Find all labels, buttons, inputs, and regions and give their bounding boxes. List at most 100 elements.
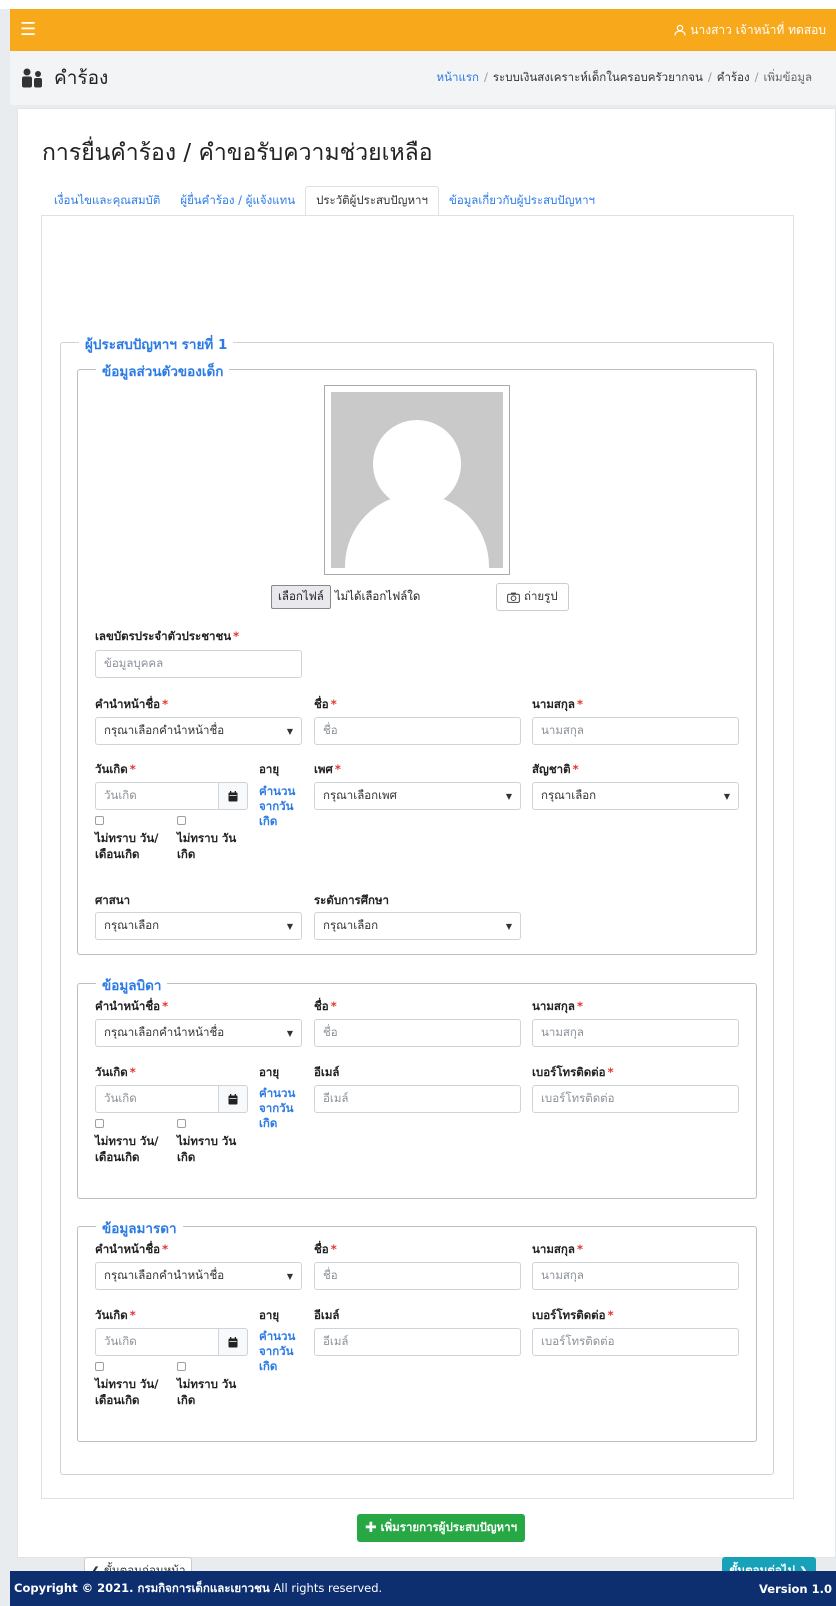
victim-legend: ผู้ประสบปัญหาฯ รายที่ 1 [79,333,234,355]
education-label: ระดับการศึกษา [314,893,390,907]
child-unknown-day-label: ไม่ทราบ วัน เกิด [177,831,237,861]
tab-conditions[interactable]: เงื่อนไขและคุณสมบัติ [44,186,170,216]
take-photo-label: ถ่ายรูป [524,589,558,603]
version-label: Version 1.0 [759,1581,832,1596]
calendar-icon[interactable] [228,1336,238,1348]
caret-down-icon: ▼ [723,791,730,801]
mother-phone-input[interactable]: เบอร์โทรติดต่อ [532,1328,739,1356]
mother-legend: ข้อมูลมารดา [96,1217,183,1239]
child-legend: ข้อมูลส่วนตัวของเด็ก [96,360,230,382]
nationality-label: สัญชาติ * [532,762,579,776]
main-card: การยื่นคำร้อง / คำขอรับความช่วยเหลือ เงื… [17,108,836,1585]
mother-prefix-select[interactable]: กรุณาเลือกคำนำหน้าชื่อ ▼ [95,1262,302,1290]
father-legend: ข้อมูลบิดา [96,974,168,996]
breadcrumb-request[interactable]: คำร้อง [717,70,750,84]
father-email-label: อีเมล์ [314,1065,340,1079]
mother-dob-input[interactable]: วันเกิด [95,1328,248,1356]
page-title: การยื่นคำร้อง / คำขอรับความช่วยเหลือ [42,140,433,166]
mother-age-label: อายุ [259,1308,280,1322]
father-prefix-label: คำนำหน้าชื่อ * [95,999,169,1013]
mother-unknown-daymonth-checkbox[interactable] [95,1362,104,1371]
child-dob-label: วันเกิด * [95,762,136,776]
window-edge [0,0,836,9]
choose-file-button[interactable]: เลือกไฟล์ [271,585,331,609]
child-first-label: ชื่อ * [314,697,337,711]
child-last-input[interactable]: นามสกุล [532,717,739,745]
father-prefix-select[interactable]: กรุณาเลือกคำนำหน้าชื่อ ▼ [95,1019,302,1047]
breadcrumb-system[interactable]: ระบบเงินสงเคราะห์เด็กในครอบครัวยากจน [493,70,703,84]
header-title: คำร้อง [54,67,109,89]
father-dob-input[interactable]: วันเกิด [95,1085,248,1113]
mother-unknown-daymonth-label: ไม่ทราบ วัน/ เดือนเกิด [95,1377,159,1407]
child-first-input[interactable]: ชื่อ [314,717,521,745]
education-select[interactable]: กรุณาเลือก ▼ [314,912,521,940]
calendar-icon[interactable] [228,1093,238,1105]
gender-label: เพศ * [314,762,341,776]
mother-dob-label: วันเกิด * [95,1308,136,1322]
tab-bar: เงื่อนไขและคุณสมบัติ ผู้ยื่นคำร้อง / ผู้… [44,186,605,216]
mother-unknown-day-label: ไม่ทราบ วัน เกิด [177,1377,237,1407]
child-prefix-label: คำนำหน้าชื่อ * [95,697,169,711]
calendar-icon[interactable] [228,790,238,802]
tab-victim-info[interactable]: ข้อมูลเกี่ยวกับผู้ประสบปัญหาฯ [439,186,605,216]
father-first-input[interactable]: ชื่อ [314,1019,521,1047]
user-menu[interactable]: นางสาว เจ้าหน้าที่ ทดสอบ [674,21,826,40]
nationality-select[interactable]: กรุณาเลือก ▼ [532,782,739,810]
father-email-input[interactable]: อีเมล์ [314,1085,521,1113]
mother-age-calc-link[interactable]: คำนวน จากวัน เกิด [259,1329,299,1374]
father-unknown-daymonth-checkbox[interactable] [95,1119,104,1128]
add-victim-button[interactable]: ✚ เพิ่มรายการผู้ประสบปัญหาฯ [357,1514,525,1542]
tab-panel: ผู้ประสบปัญหาฯ รายที่ 1 ข้อมูลส่วนตัวของ… [41,215,816,1585]
id-input[interactable]: ข้อมูลบุคคล [95,650,302,678]
plus-icon: ✚ [364,1520,377,1536]
mother-phone-label: เบอร์โทรติดต่อ * [532,1308,614,1322]
footer: Copyright © 2021. กรมกิจการเด็กและเยาวชน… [10,1571,836,1606]
child-unknown-daymonth-label: ไม่ทราบ วัน/ เดือนเกิด [95,831,159,861]
take-photo-button[interactable]: ถ่ายรูป [496,583,569,611]
father-age-label: อายุ [259,1065,280,1079]
father-first-label: ชื่อ * [314,999,337,1013]
caret-down-icon: ▼ [286,921,293,931]
child-dob-input[interactable]: วันเกิด [95,782,248,810]
mother-last-input[interactable]: นามสกุล [532,1262,739,1290]
mother-email-label: อีเมล์ [314,1308,340,1322]
user-icon [674,24,686,36]
mother-prefix-label: คำนำหน้าชื่อ * [95,1242,169,1256]
copyright: Copyright © 2021. กรมกิจการเด็กและเยาวชน… [14,1580,383,1595]
people-icon [22,68,42,88]
breadcrumb-current: เพิ่มข้อมูล [763,70,813,84]
caret-down-icon: ▼ [286,1028,293,1038]
page-header: คำร้อง หน้าแรก / ระบบเงินสงเคราะห์เด็กในคร… [10,51,836,105]
father-phone-input[interactable]: เบอร์โทรติดต่อ [532,1085,739,1113]
gender-select[interactable]: กรุณาเลือกเพศ ▼ [314,782,521,810]
caret-down-icon: ▼ [286,1271,293,1281]
child-unknown-daymonth-checkbox[interactable] [95,816,104,825]
father-unknown-daymonth-label: ไม่ทราบ วัน/ เดือนเกิด [95,1134,159,1164]
father-unknown-day-label: ไม่ทราบ วัน เกิด [177,1134,237,1164]
camera-icon [507,592,520,603]
id-label: เลขบัตรประจำตัวประชาชน * [95,629,240,643]
mother-first-label: ชื่อ * [314,1242,337,1256]
father-last-input[interactable]: นามสกุล [532,1019,739,1047]
hamburger-icon[interactable]: ☰ [20,21,36,39]
child-unknown-day-checkbox[interactable] [177,816,186,825]
victim-fieldset: ผู้ประสบปัญหาฯ รายที่ 1 ข้อมูลส่วนตัวของ… [60,333,774,1475]
tab-applicant[interactable]: ผู้ยื่นคำร้อง / ผู้แจ้งแทน [170,186,305,216]
father-unknown-day-checkbox[interactable] [177,1119,186,1128]
father-age-calc-link[interactable]: คำนวน จากวัน เกิด [259,1086,299,1131]
mother-first-input[interactable]: ชื่อ [314,1262,521,1290]
mother-last-label: นามสกุล * [532,1242,583,1256]
child-prefix-select[interactable]: กรุณาเลือกคำนำหน้าชื่อ ▼ [95,717,302,745]
father-fieldset: ข้อมูลบิดา คำนำหน้าชื่อ * กรุณาเลือกคำนำห… [77,974,757,1199]
tab-victim-history[interactable]: ประวัติผู้ประสบปัญหาฯ [305,186,439,216]
breadcrumb-home[interactable]: หน้าแรก [437,70,479,84]
mother-email-input[interactable]: อีเมล์ [314,1328,521,1356]
mother-fieldset: ข้อมูลมารดา คำนำหน้าชื่อ * กรุณาเลือกคำนำ… [77,1217,757,1442]
religion-label: ศาสนา [95,893,131,907]
file-status: ไม่ได้เลือกไฟล์ใด [334,589,421,603]
religion-select[interactable]: กรุณาเลือก ▼ [95,912,302,940]
caret-down-icon: ▼ [505,921,512,931]
mother-unknown-day-checkbox[interactable] [177,1362,186,1371]
child-age-calc-link[interactable]: คำนวน จากวัน เกิด [259,784,299,829]
child-age-label: อายุ [259,762,280,776]
